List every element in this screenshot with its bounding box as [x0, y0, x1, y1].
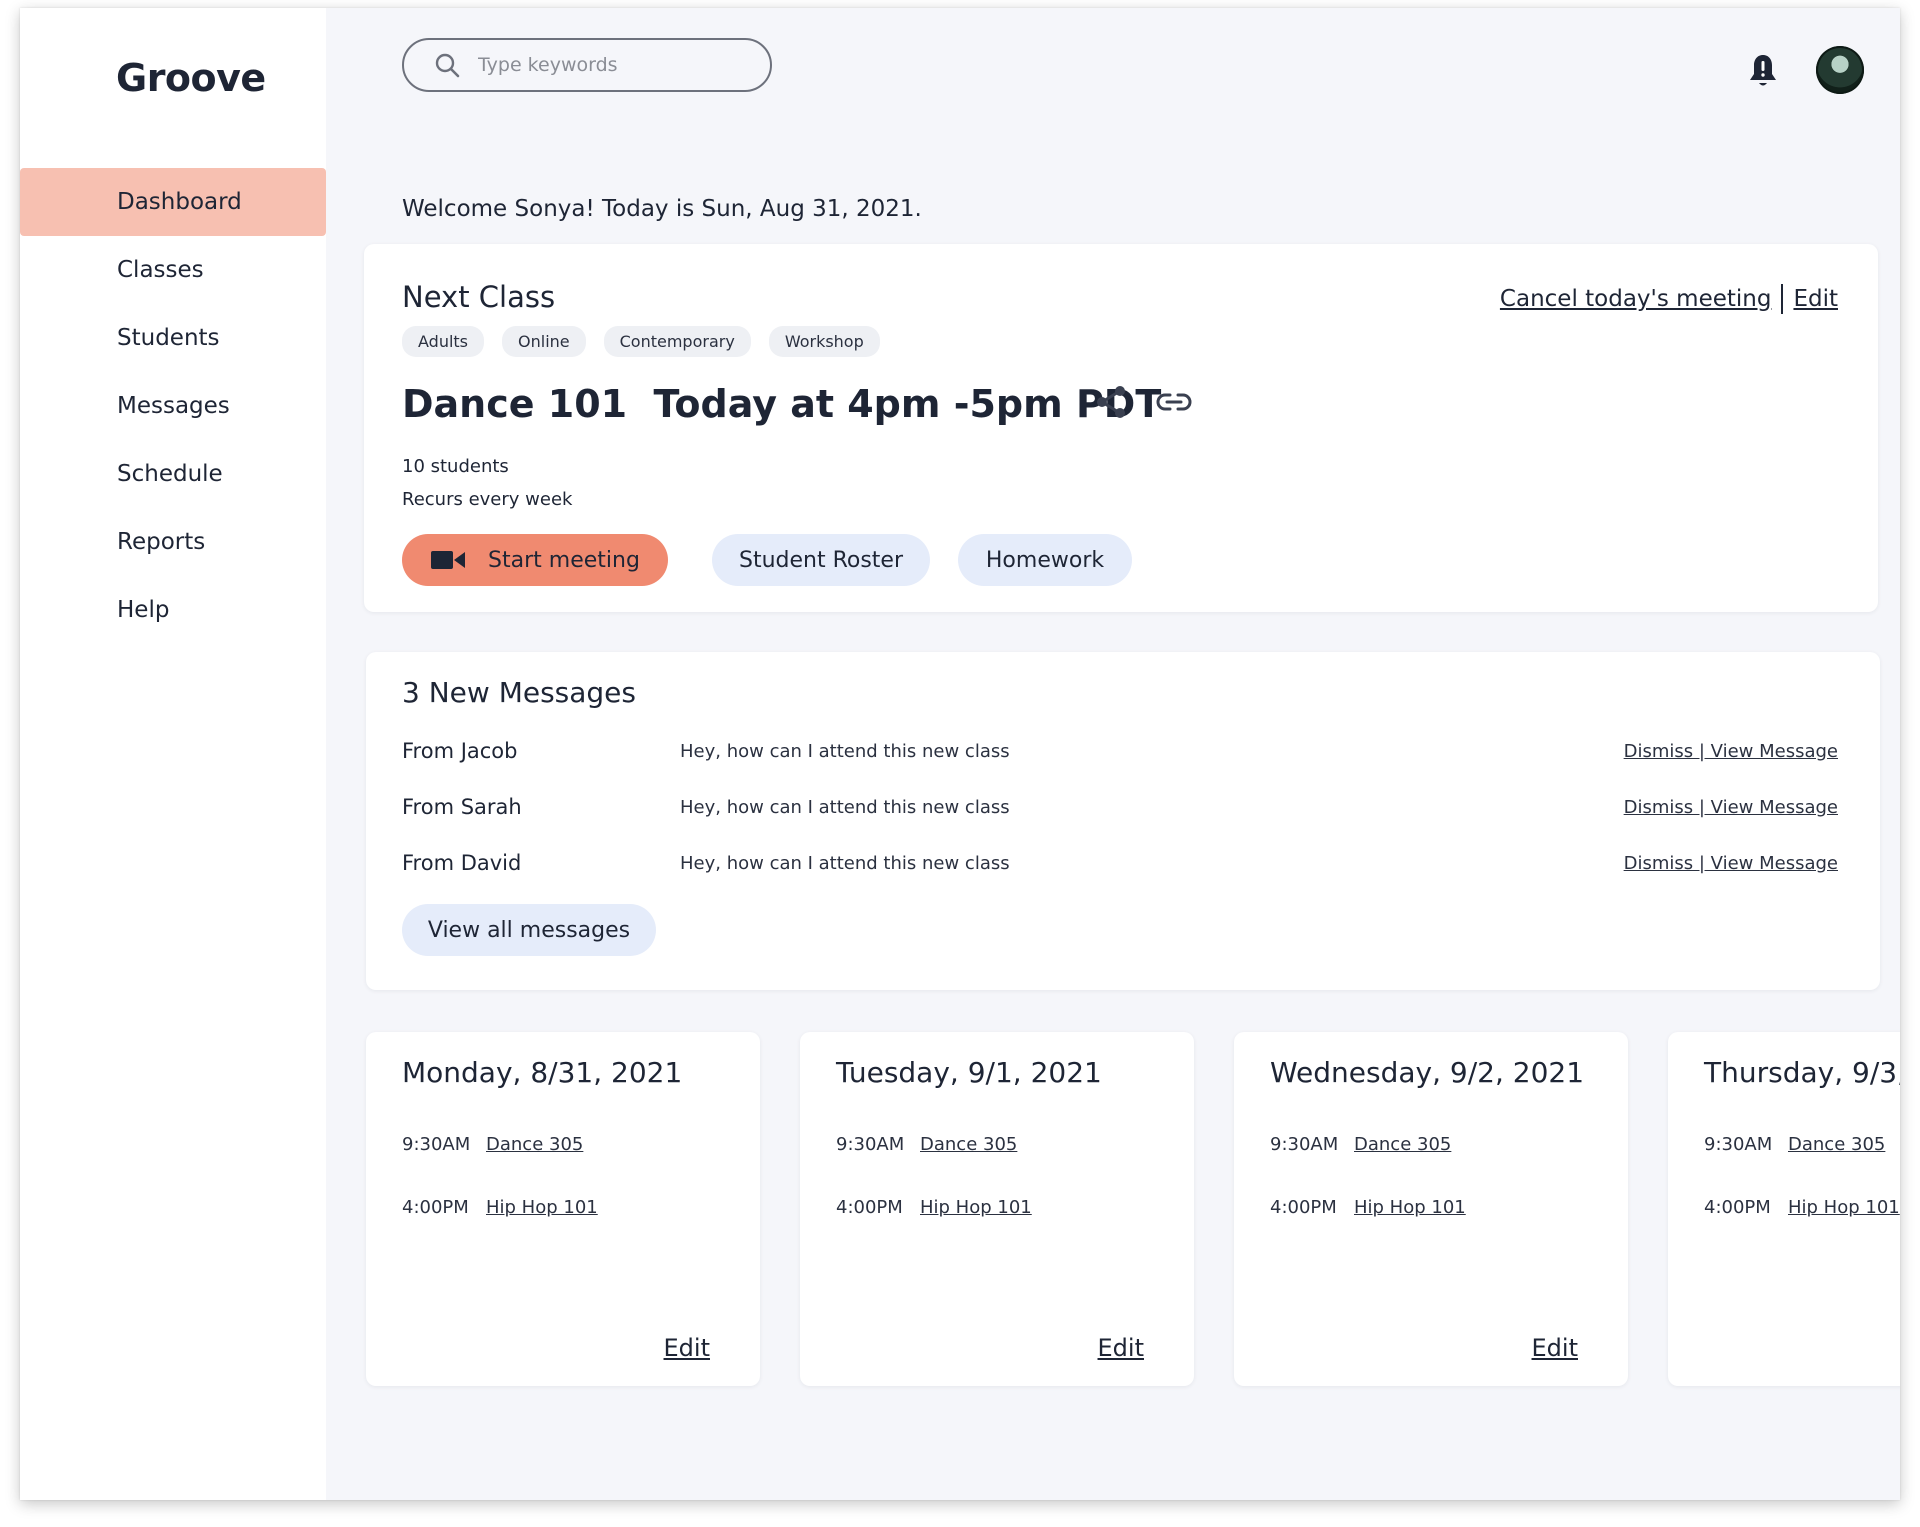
schedule-row: 9:30AM Dance 305: [836, 1134, 1017, 1155]
start-meeting-label: Start meeting: [488, 547, 640, 573]
schedule-time: 9:30AM: [1704, 1134, 1773, 1155]
homework-button[interactable]: Homework: [958, 534, 1132, 586]
sidebar-item-messages[interactable]: Messages: [20, 372, 326, 440]
day-edit-link[interactable]: Edit: [664, 1334, 710, 1362]
day-title: Thursday, 9/3, 2: [1704, 1056, 1900, 1089]
schedule-time: 4:00PM: [1270, 1197, 1337, 1218]
schedule-class-link[interactable]: Dance 305: [1788, 1134, 1885, 1155]
avatar[interactable]: [1816, 46, 1864, 94]
sidebar-item-dashboard[interactable]: Dashboard: [20, 168, 326, 236]
search-box[interactable]: [402, 38, 772, 92]
schedule-row: 4:00PM Hip Hop 101: [402, 1197, 598, 1218]
next-class-actions: Cancel today's meeting Edit: [1500, 284, 1838, 314]
sidebar-item-label: Classes: [117, 257, 204, 283]
schedule-time: 4:00PM: [402, 1197, 469, 1218]
message-sender: From Jacob: [402, 739, 518, 763]
view-all-messages-button[interactable]: View all messages: [402, 904, 656, 956]
schedule-time: 4:00PM: [836, 1197, 903, 1218]
day-title: Tuesday, 9/1, 2021: [836, 1056, 1102, 1089]
sidebar-item-classes[interactable]: Classes: [20, 236, 326, 304]
schedule-row: 9:30AM Dance 305: [1270, 1134, 1451, 1155]
next-class-card: Next Class Cancel today's meeting Edit A…: [364, 244, 1878, 612]
schedule-row: 4:00PM Hip Hop 101: [1270, 1197, 1466, 1218]
schedule-class-link[interactable]: Hip Hop 101: [920, 1197, 1032, 1218]
cancel-meeting-link[interactable]: Cancel today's meeting: [1500, 286, 1772, 312]
schedule-class-link[interactable]: Dance 305: [920, 1134, 1017, 1155]
schedule-class-link[interactable]: Dance 305: [1354, 1134, 1451, 1155]
class-title: Dance 101 Today at 4pm -5pm PDT: [402, 382, 1162, 426]
message-preview: Hey, how can I attend this new class: [680, 852, 1010, 874]
app-window: Groove Dashboard Classes Students Messag…: [20, 8, 1900, 1500]
day-card: Monday, 8/31, 2021 9:30AM Dance 305 4:00…: [366, 1032, 760, 1386]
student-roster-button[interactable]: Student Roster: [712, 534, 930, 586]
recurrence-text: Recurs every week: [402, 489, 573, 510]
class-tags: Adults Online Contemporary Workshop: [402, 326, 880, 357]
messages-heading: 3 New Messages: [402, 676, 636, 709]
schedule-class-link[interactable]: Hip Hop 101: [486, 1197, 598, 1218]
schedule-time: 4:00PM: [1704, 1197, 1771, 1218]
edit-class-link[interactable]: Edit: [1793, 286, 1838, 312]
message-preview: Hey, how can I attend this new class: [680, 740, 1010, 762]
link-icon[interactable]: [1156, 392, 1192, 412]
message-row: From Sarah Hey, how can I attend this ne…: [402, 792, 1838, 822]
sidebar-item-label: Help: [117, 597, 170, 623]
schedule-time: 9:30AM: [1270, 1134, 1339, 1155]
message-preview: Hey, how can I attend this new class: [680, 796, 1010, 818]
app-logo: Groove: [116, 56, 266, 100]
divider: [1781, 284, 1784, 314]
message-sender: From David: [402, 851, 522, 875]
tag: Adults: [402, 326, 485, 357]
schedule-class-link[interactable]: Hip Hop 101: [1354, 1197, 1466, 1218]
schedule-row: 9:30AM Dance 305: [1704, 1134, 1885, 1155]
sidebar-item-students[interactable]: Students: [20, 304, 326, 372]
sidebar-item-schedule[interactable]: Schedule: [20, 440, 326, 508]
bell-icon[interactable]: [1747, 52, 1779, 90]
sidebar-item-label: Students: [117, 325, 220, 351]
message-actions-link[interactable]: Dismiss | View Message: [1624, 853, 1838, 874]
day-title: Monday, 8/31, 2021: [402, 1056, 683, 1089]
video-camera-icon: [431, 551, 466, 569]
share-icon[interactable]: [1094, 384, 1128, 420]
day-card: Wednesday, 9/2, 2021 9:30AM Dance 305 4:…: [1234, 1032, 1628, 1386]
sidebar-item-label: Messages: [117, 393, 230, 419]
day-title: Wednesday, 9/2, 2021: [1270, 1056, 1585, 1089]
message-sender: From Sarah: [402, 795, 522, 819]
search-icon: [435, 53, 460, 78]
sidebar: Groove Dashboard Classes Students Messag…: [20, 8, 326, 1500]
day-edit-link[interactable]: Edit: [1098, 1334, 1144, 1362]
schedule-class-link[interactable]: Dance 305: [486, 1134, 583, 1155]
day-card: Tuesday, 9/1, 2021 9:30AM Dance 305 4:00…: [800, 1032, 1194, 1386]
search-input[interactable]: [476, 53, 740, 77]
message-row: From David Hey, how can I attend this ne…: [402, 848, 1838, 878]
welcome-message: Welcome Sonya! Today is Sun, Aug 31, 202…: [402, 196, 922, 222]
sidebar-item-label: Dashboard: [117, 189, 242, 215]
sidebar-item-reports[interactable]: Reports: [20, 508, 326, 576]
sidebar-item-label: Reports: [117, 529, 206, 555]
schedule-time: 9:30AM: [836, 1134, 905, 1155]
tag: Contemporary: [603, 326, 751, 357]
sidebar-item-help[interactable]: Help: [20, 576, 326, 644]
student-count: 10 students: [402, 456, 509, 477]
message-actions-link[interactable]: Dismiss | View Message: [1624, 741, 1838, 762]
day-card: Thursday, 9/3, 2 9:30AM Dance 305 4:00PM…: [1668, 1032, 1900, 1386]
sidebar-item-label: Schedule: [117, 461, 223, 487]
start-meeting-button[interactable]: Start meeting: [402, 534, 668, 586]
schedule-time: 9:30AM: [402, 1134, 471, 1155]
schedule-row: 4:00PM Hip Hop 101: [1704, 1197, 1900, 1218]
schedule-row: 9:30AM Dance 305: [402, 1134, 583, 1155]
message-row: From Jacob Hey, how can I attend this ne…: [402, 736, 1838, 766]
day-edit-link[interactable]: Edit: [1532, 1334, 1578, 1362]
next-class-heading: Next Class: [402, 280, 556, 314]
tag: Online: [502, 326, 586, 357]
tag: Workshop: [768, 326, 880, 357]
schedule-row: 4:00PM Hip Hop 101: [836, 1197, 1032, 1218]
message-actions-link[interactable]: Dismiss | View Message: [1624, 797, 1838, 818]
schedule-class-link[interactable]: Hip Hop 101: [1788, 1197, 1900, 1218]
messages-card: 3 New Messages From Jacob Hey, how can I…: [366, 652, 1880, 990]
